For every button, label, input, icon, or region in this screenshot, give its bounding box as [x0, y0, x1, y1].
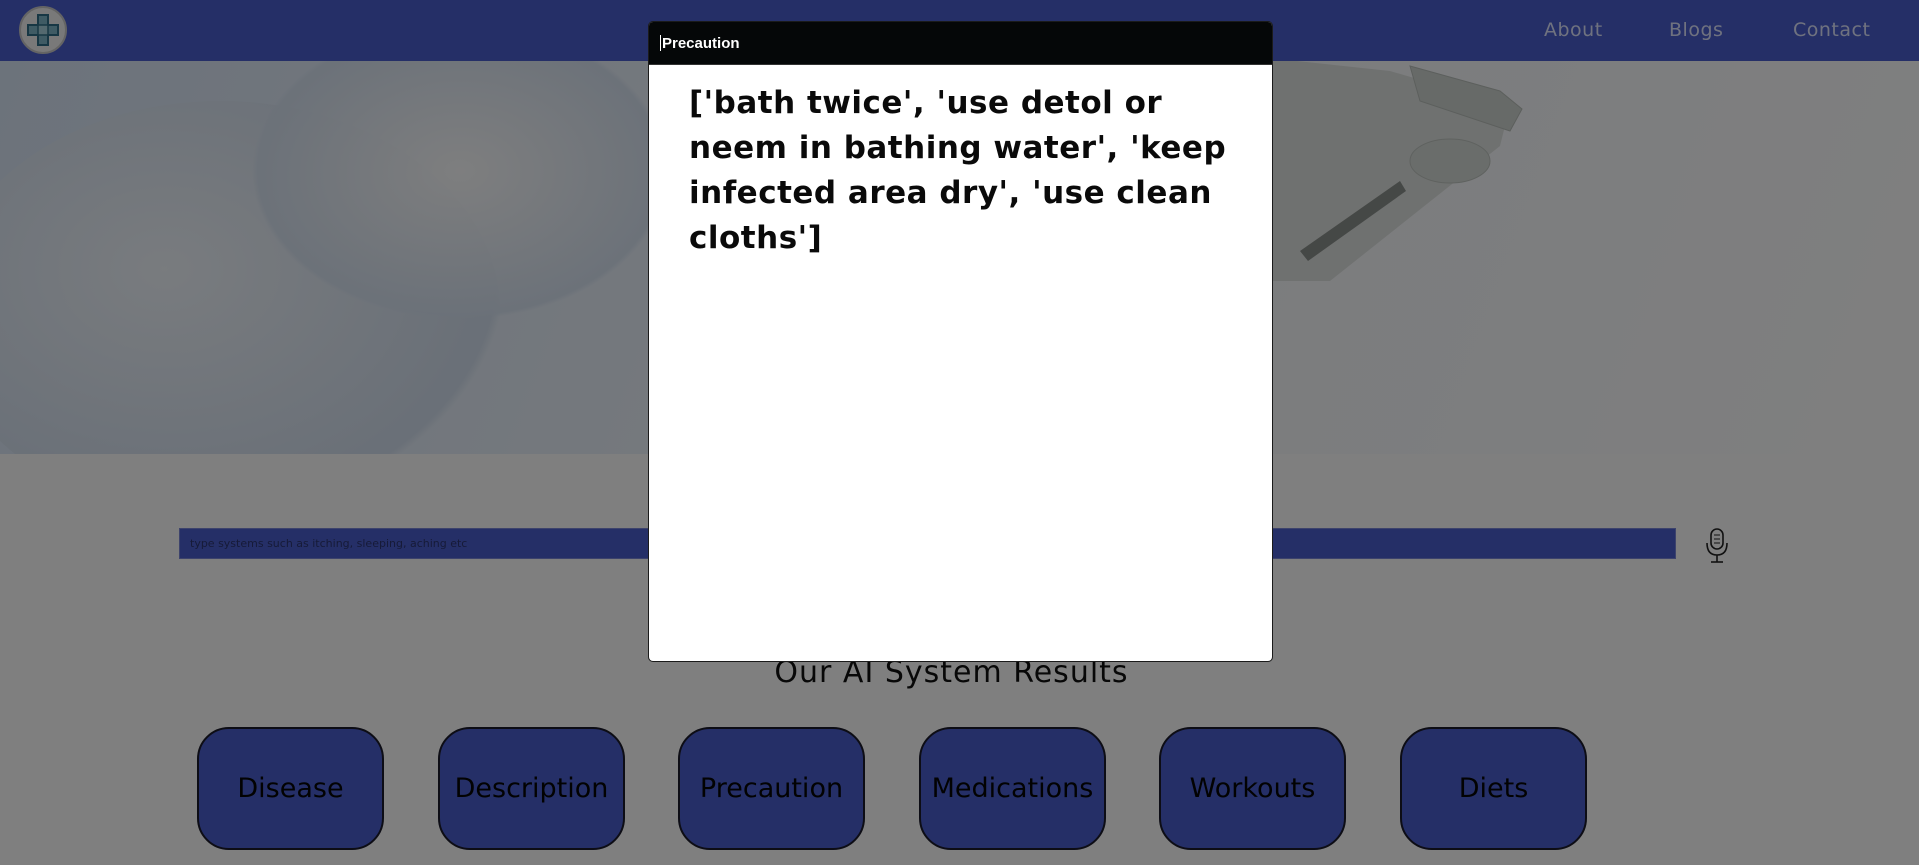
modal-body-text: ['bath twice', 'use detol or neem in bat…	[689, 85, 1227, 256]
precaution-modal: Precaution ['bath twice', 'use detol or …	[648, 21, 1273, 662]
text-cursor	[660, 35, 661, 51]
modal-header: Precaution	[649, 22, 1272, 65]
modal-title: Precaution	[662, 34, 740, 52]
